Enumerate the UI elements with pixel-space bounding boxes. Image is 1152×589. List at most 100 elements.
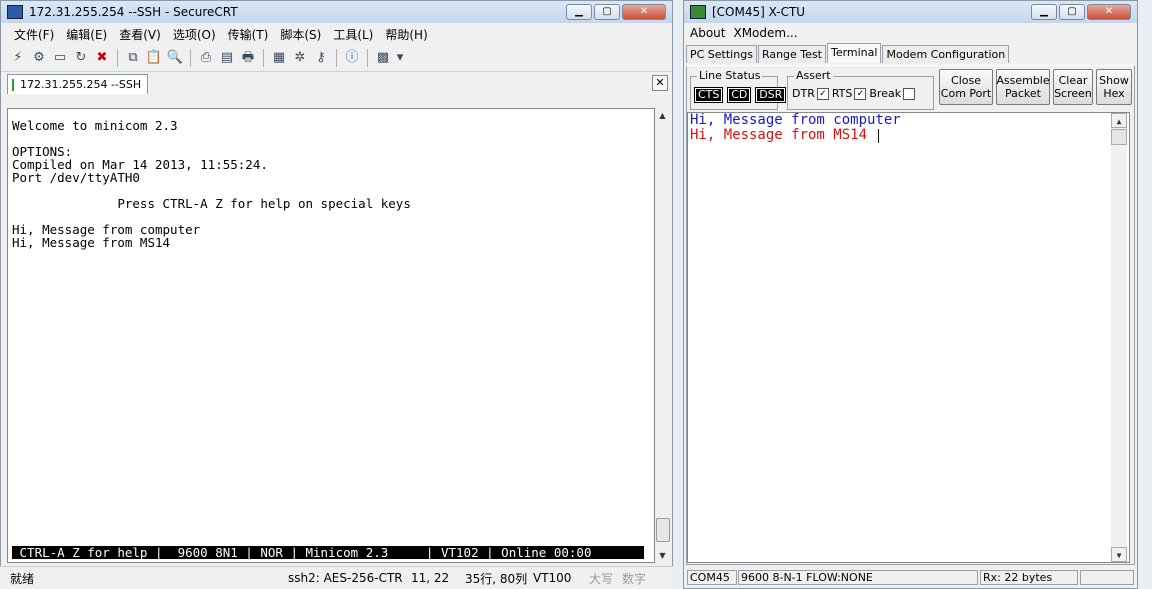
break-label: Break: [869, 87, 902, 100]
session-tabstrip: 172.31.255.254 --SSH ✕: [1, 72, 672, 94]
menu-edit[interactable]: 编辑(E): [66, 26, 107, 43]
text-cursor: [878, 129, 879, 143]
keymap-icon[interactable]: ⚷: [312, 49, 330, 67]
status-emulation: VT100: [533, 571, 572, 585]
toolbar-divider: [367, 49, 368, 67]
status-caps: 大写: [589, 571, 614, 586]
xctu-close-button[interactable]: ✕: [1087, 4, 1131, 20]
connected-indicator-icon: [12, 78, 14, 91]
print-selection-icon[interactable]: ▤: [218, 49, 236, 67]
assemble-packet-button[interactable]: Assemble Packet: [996, 69, 1050, 105]
tab-session-label: 172.31.255.254 --SSH: [20, 78, 142, 91]
terminal-line: Port /dev/ttyATH0: [12, 170, 140, 185]
assemble-line1: Assemble: [996, 74, 1050, 87]
terminal-scrollbar[interactable]: ▲ ▼: [655, 108, 670, 563]
menubar: 文件(F) 编辑(E) 查看(V) 选项(O) 传输(T) 脚本(S) 工具(L…: [1, 23, 672, 45]
xctu-window-title: [COM45] X-CTU: [712, 5, 806, 19]
tab-session[interactable]: 172.31.255.254 --SSH: [7, 74, 149, 94]
menu-view[interactable]: 查看(V): [119, 26, 161, 43]
minimize-button[interactable]: ▁: [566, 4, 592, 20]
xctu-terminal[interactable]: Hi, Message from computer Hi, Message fr…: [687, 112, 1130, 563]
securecrt-terminal[interactable]: Welcome to minicom 2.3 OPTIONS: Compiled…: [7, 108, 655, 563]
clear-screen-button[interactable]: Clear Screen: [1053, 69, 1093, 105]
tab-pc-settings[interactable]: PC Settings: [686, 45, 757, 63]
menu-help[interactable]: 帮助(H): [385, 26, 427, 43]
close-com-line1: Close: [951, 74, 981, 87]
copy-icon[interactable]: ⧉: [124, 49, 142, 67]
toolbar-overflow-icon[interactable]: ▾: [395, 49, 405, 67]
clear-line2: Screen: [1054, 87, 1092, 100]
xctu-statusbar: COM45 9600 8-N-1 FLOW:NONE Rx: 22 bytes: [684, 566, 1137, 588]
securecrt-titlebar[interactable]: 172.31.255.254 --SSH - SecureCRT ▁ ▢ ✕: [1, 1, 672, 23]
toolbar-divider: [190, 49, 191, 67]
show-hex-line2: Hex: [1103, 87, 1125, 100]
menu-tools[interactable]: 工具(L): [333, 26, 373, 43]
close-com-port-button[interactable]: Close Com Port: [939, 69, 993, 105]
maximize-button[interactable]: ▢: [594, 4, 620, 20]
tab-terminal[interactable]: Terminal: [826, 43, 882, 63]
line-status-label: Line Status: [697, 69, 763, 82]
break-checkbox[interactable]: Break: [869, 87, 916, 100]
show-hex-line1: Show: [1099, 74, 1129, 87]
xctu-terminal-scrollbar[interactable]: ▲ ▼: [1111, 113, 1127, 562]
status-cursor: 11, 22: [411, 571, 450, 585]
status-rx: Rx: 22 bytes: [980, 570, 1078, 585]
close-button[interactable]: ✕: [622, 4, 666, 20]
menu-transfer[interactable]: 传输(T): [228, 26, 269, 43]
menu-script[interactable]: 脚本(S): [280, 26, 321, 43]
session-options-icon[interactable]: ▦: [270, 49, 288, 67]
xctu-app-icon: [690, 5, 706, 19]
xctu-titlebar[interactable]: [COM45] X-CTU ▁ ▢ ✕: [684, 1, 1137, 23]
rts-label: RTS: [831, 87, 853, 100]
cts-indicator: CTS: [693, 87, 724, 103]
terminal-line: Press CTRL-A Z for help on special keys: [12, 196, 411, 211]
line-status-group: Line Status CTS CD DSR: [690, 69, 787, 110]
tab-range-test[interactable]: Range Test: [757, 45, 826, 63]
check-icon: ✓: [854, 87, 867, 100]
dtr-checkbox[interactable]: DTR ✓: [792, 87, 829, 100]
scroll-down-icon[interactable]: ▼: [655, 548, 670, 563]
paste-icon[interactable]: 📋: [145, 49, 163, 67]
print-icon[interactable]: ⎙: [197, 49, 215, 67]
disconnect-icon[interactable]: ✖: [93, 49, 111, 67]
securecrt-app-icon: [7, 5, 23, 19]
minicom-status-line: CTRL-A Z for help | 9600 8N1 | NOR | Min…: [12, 546, 644, 559]
status-cipher: ssh2: AES-256-CTR: [288, 571, 403, 585]
cd-indicator: CD: [727, 87, 752, 103]
toolbar: ⚡ ⚙ ▭ ↻ ✖ ⧉ 📋 🔍 ⎙ ▤ 🖶 ▦ ✲ ⚷ ⓘ ▩ ▾: [1, 45, 672, 72]
rts-checkbox[interactable]: RTS ✓: [832, 87, 867, 100]
tab-close-icon[interactable]: ✕: [652, 75, 668, 91]
status-port: COM45: [687, 570, 737, 585]
keypad-icon[interactable]: ▩: [374, 49, 392, 67]
xctu-maximize-button[interactable]: ▢: [1059, 4, 1085, 20]
scrollbar-thumb[interactable]: [1111, 129, 1127, 145]
received-message-line: Hi, Message from MS14: [690, 127, 868, 143]
connect-tab-icon[interactable]: ▭: [51, 49, 69, 67]
connect-icon[interactable]: ⚡: [9, 49, 27, 67]
menu-options[interactable]: 选项(O): [173, 26, 216, 43]
assert-group: Assert DTR ✓ RTS ✓ Break: [787, 69, 934, 110]
quick-connect-icon[interactable]: ⚙: [30, 49, 48, 67]
find-icon[interactable]: 🔍: [166, 49, 184, 67]
toolbar-divider: [336, 49, 337, 67]
scroll-down-icon[interactable]: ▼: [1111, 547, 1127, 562]
status-extra: [1080, 570, 1134, 585]
menu-about[interactable]: About: [690, 26, 725, 40]
xctu-minimize-button[interactable]: ▁: [1031, 4, 1057, 20]
sent-message-line: Hi, Message from computer: [690, 112, 901, 128]
assert-label: Assert: [794, 69, 833, 82]
assemble-line2: Packet: [1005, 87, 1041, 100]
global-options-icon[interactable]: ✲: [291, 49, 309, 67]
print-setup-icon[interactable]: 🖶: [239, 49, 257, 67]
scroll-up-icon[interactable]: ▲: [655, 108, 670, 123]
scrollbar-thumb[interactable]: [656, 518, 670, 542]
menu-xmodem[interactable]: XModem...: [733, 26, 797, 40]
tab-modem-configuration[interactable]: Modem Configuration: [882, 45, 1010, 63]
show-hex-button[interactable]: Show Hex: [1096, 69, 1132, 105]
help-icon[interactable]: ⓘ: [343, 49, 361, 67]
window-title: 172.31.255.254 --SSH - SecureCRT: [29, 5, 238, 19]
reconnect-icon[interactable]: ↻: [72, 49, 90, 67]
clear-line1: Clear: [1058, 74, 1088, 87]
menu-file[interactable]: 文件(F): [14, 26, 54, 43]
scroll-up-icon[interactable]: ▲: [1111, 113, 1127, 128]
